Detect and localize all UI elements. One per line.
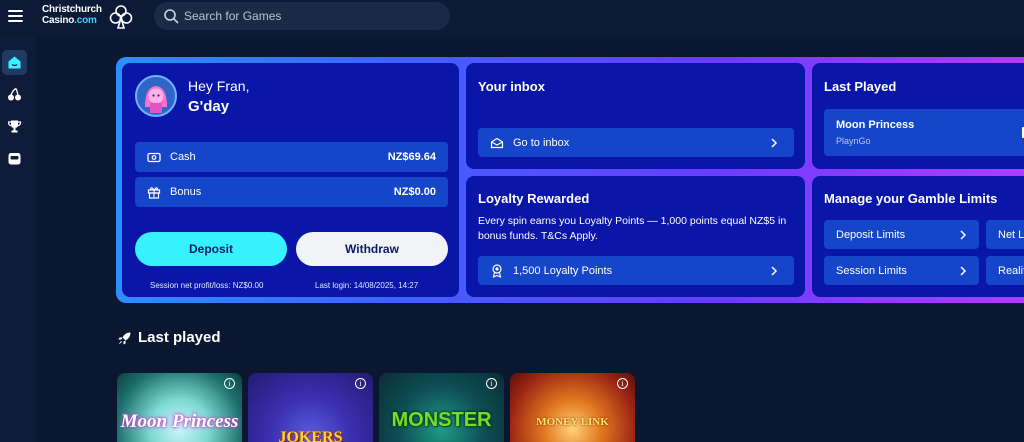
session-profit-loss: Session net profit/loss: NZ$0.00 bbox=[150, 281, 264, 290]
avatar-face-icon bbox=[137, 77, 175, 115]
gamble-limits-title: Manage your Gamble Limits bbox=[824, 191, 998, 206]
last-login: Last login: 14/08/2025, 14:27 bbox=[315, 281, 419, 290]
info-icon[interactable]: i bbox=[617, 378, 628, 389]
session-limits-label: Session Limits bbox=[836, 264, 907, 277]
bonus-balance-row: Bonus NZ$0.00 bbox=[135, 177, 448, 207]
chevron-right-icon bbox=[960, 265, 967, 276]
last-played-title: Last Played bbox=[824, 79, 897, 94]
last-played-game-row[interactable]: Moon Princess PlaynGo bbox=[824, 109, 1024, 156]
deposit-limits-button[interactable]: Deposit Limits bbox=[824, 220, 979, 249]
loyalty-points-link[interactable]: 1,500 Loyalty Points bbox=[478, 256, 794, 285]
go-to-inbox-link[interactable]: Go to inbox bbox=[478, 128, 794, 157]
menu-icon[interactable] bbox=[8, 10, 23, 22]
withdraw-button[interactable]: Withdraw bbox=[296, 232, 448, 266]
go-to-inbox-label: Go to inbox bbox=[513, 136, 570, 149]
deposit-limits-label: Deposit Limits bbox=[836, 228, 906, 241]
inbox-title: Your inbox bbox=[478, 79, 545, 94]
loyalty-points-label: 1,500 Loyalty Points bbox=[513, 264, 613, 277]
info-icon[interactable]: i bbox=[355, 378, 366, 389]
cash-label: Cash bbox=[170, 151, 196, 163]
game-tile-monster[interactable]: i MONSTER bbox=[379, 373, 504, 442]
session-limits-button[interactable]: Session Limits bbox=[824, 256, 979, 285]
last-played-game-name: Moon Princess bbox=[836, 119, 915, 131]
search-icon bbox=[164, 9, 179, 24]
search-input[interactable] bbox=[184, 8, 434, 24]
salutation-text: G'day bbox=[188, 98, 230, 115]
game-tile-moon-princess[interactable]: i Moon Princess bbox=[117, 373, 242, 442]
envelope-icon bbox=[489, 135, 505, 151]
net-limits-label: Net L bbox=[998, 228, 1024, 241]
trophy-icon bbox=[7, 120, 22, 133]
reality-check-label: Realit bbox=[998, 264, 1024, 277]
sidebar-item-tournaments[interactable] bbox=[2, 114, 27, 139]
sidebar bbox=[0, 36, 36, 442]
last-played-section-title: Last played bbox=[138, 329, 221, 346]
search-bar[interactable] bbox=[154, 2, 450, 30]
net-limits-button[interactable]: Net L bbox=[986, 220, 1024, 249]
game-tile-title: MONSTER bbox=[391, 409, 492, 431]
reality-check-button[interactable]: Realit bbox=[986, 256, 1024, 285]
game-tile-title: MONEY LINK bbox=[536, 416, 609, 428]
loyalty-title: Loyalty Rewarded bbox=[478, 191, 590, 206]
chevron-right-icon bbox=[960, 229, 967, 240]
cash-balance-row: Cash NZ$69.64 bbox=[135, 142, 448, 172]
game-tile-money-link[interactable]: i MONEY LINK bbox=[510, 373, 635, 442]
chevron-right-icon bbox=[771, 265, 778, 276]
sidebar-item-home[interactable] bbox=[2, 50, 27, 75]
cherries-icon bbox=[8, 87, 21, 101]
sidebar-item-games[interactable] bbox=[2, 146, 27, 171]
brand-logo[interactable]: Christchurch Casino.com bbox=[42, 4, 137, 30]
last-played-game-provider: PlaynGo bbox=[836, 136, 871, 146]
gift-icon bbox=[146, 184, 162, 200]
club-suit-icon bbox=[109, 5, 133, 29]
rocket-icon bbox=[118, 332, 131, 345]
cash-value: NZ$69.64 bbox=[387, 151, 436, 163]
game-tile-title: JOKERS bbox=[278, 429, 343, 442]
cash-icon bbox=[146, 149, 162, 165]
greeting-text: Hey Fran, bbox=[188, 78, 250, 94]
info-icon[interactable]: i bbox=[486, 378, 497, 389]
bonus-label: Bonus bbox=[170, 186, 202, 198]
game-tile-title: Moon Princess bbox=[120, 411, 239, 432]
info-icon[interactable]: i bbox=[224, 378, 235, 389]
deposit-button[interactable]: Deposit bbox=[135, 232, 287, 266]
loyalty-description: Every spin earns you Loyalty Points — 1,… bbox=[478, 215, 787, 242]
chevron-right-icon bbox=[771, 137, 778, 148]
sidebar-item-slots[interactable] bbox=[2, 82, 27, 107]
medal-icon bbox=[489, 263, 505, 279]
bonus-value: NZ$0.00 bbox=[393, 186, 436, 198]
top-bar: Christchurch Casino.com bbox=[0, 0, 1024, 36]
slot-machine-icon bbox=[8, 153, 21, 165]
game-tile-jokers[interactable]: i JOKERS bbox=[248, 373, 373, 442]
home-icon bbox=[8, 56, 21, 69]
avatar[interactable] bbox=[135, 75, 177, 117]
